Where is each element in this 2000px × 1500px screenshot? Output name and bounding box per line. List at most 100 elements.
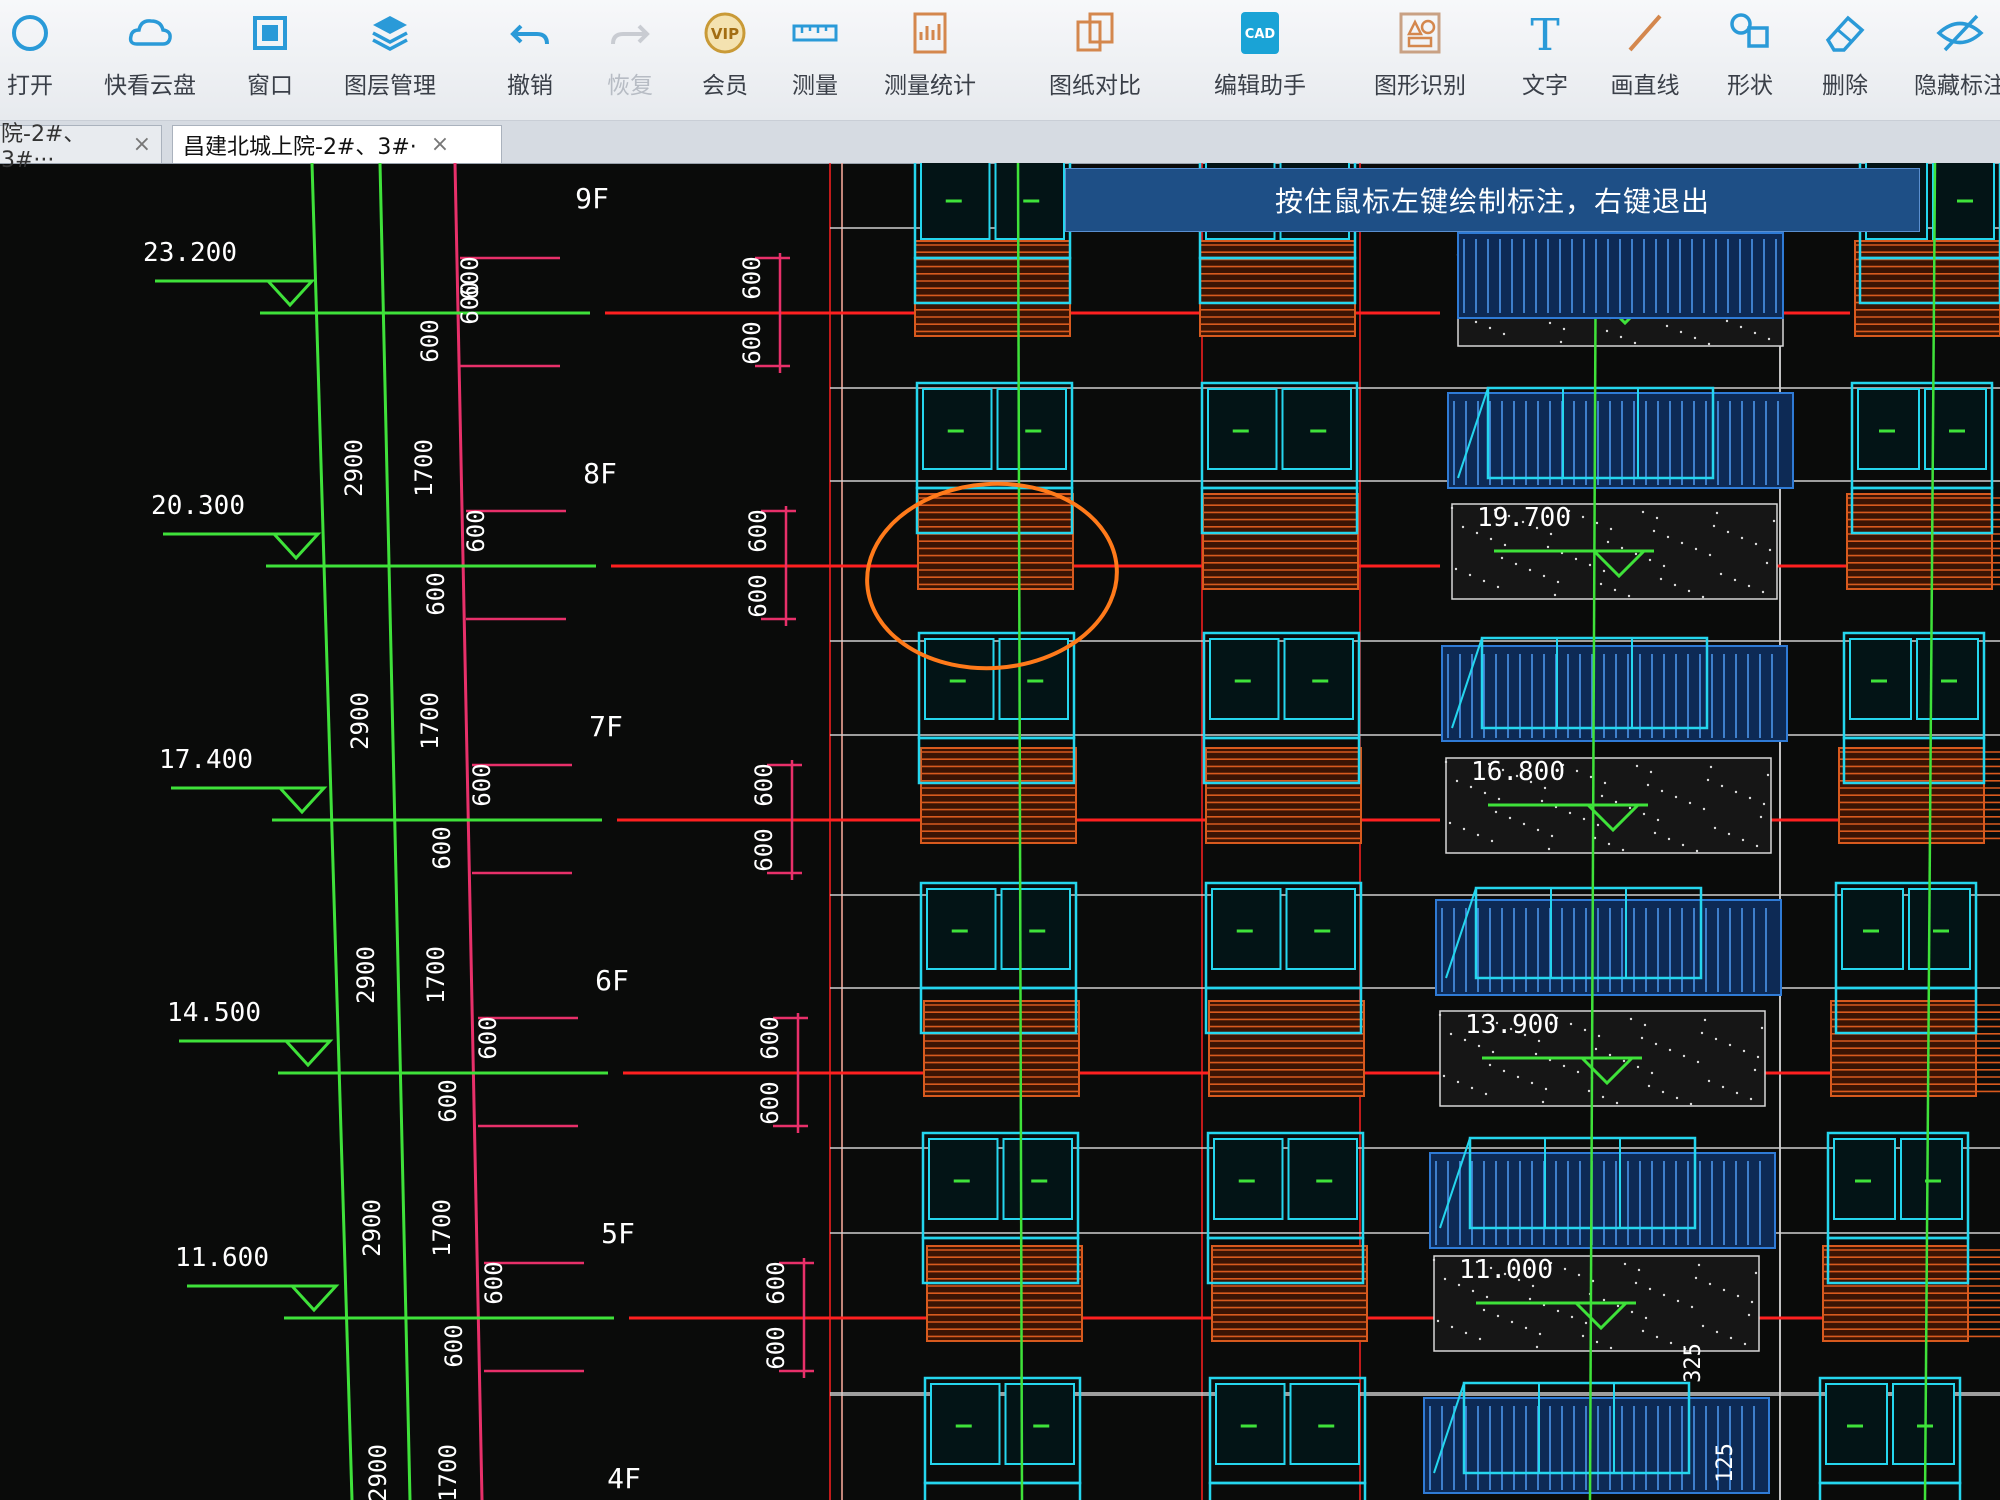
slab-hatch-dot — [1524, 1326, 1528, 1330]
layers-icon — [372, 16, 408, 51]
dimension-text: 600 — [422, 572, 450, 615]
slab-hatch-dot — [1719, 572, 1723, 576]
draw-annotation-hint: 按住鼠标左键绘制标注，右键退出 — [1065, 168, 1920, 232]
slab-hatch-dot — [1455, 779, 1459, 783]
slab-hatch-dot — [1622, 1059, 1626, 1063]
slab-hatch-dot — [1568, 811, 1572, 815]
slab-hatch-dot — [1550, 834, 1554, 838]
tool-layers[interactable]: 图层管理 — [320, 6, 460, 114]
slab-hatch-dot — [1655, 516, 1659, 520]
slab-hatch-dot — [1650, 1071, 1654, 1075]
slab-hatch-dot — [1680, 541, 1684, 545]
slab-hatch-dot — [1753, 1068, 1757, 1072]
dimension-text: 600 — [744, 574, 772, 617]
slab-hatch-dot — [1556, 1309, 1560, 1313]
slab-hatch-dot — [1543, 786, 1547, 790]
slab-hatch-dot — [1659, 577, 1663, 581]
slab-hatch-dot — [1656, 818, 1660, 822]
slab-hatch-dot — [1502, 1069, 1506, 1073]
tool-cloud[interactable]: 快看云盘 — [80, 6, 220, 114]
window-pane — [1002, 1138, 1073, 1220]
slab-hatch-dot — [1549, 532, 1553, 536]
window-pane — [1000, 888, 1071, 970]
elevation-marker-icon — [270, 532, 322, 561]
window-pane — [1285, 888, 1356, 970]
tool-edit-assistant[interactable]: CAD 编辑助手 — [1190, 6, 1330, 114]
slab-hatch-dot — [1646, 783, 1650, 787]
slab-hatch-dot — [1471, 1289, 1475, 1293]
slab-hatch-dot — [1662, 1293, 1666, 1297]
dimension-text: 600 — [762, 1261, 790, 1304]
slab-hatch-dot — [1689, 1102, 1693, 1106]
slab-hatch-dot — [1546, 545, 1550, 549]
slab-hatch-dot — [1694, 547, 1698, 551]
floor-label: 8F — [583, 457, 617, 490]
slab-hatch-dot — [1547, 847, 1551, 851]
tool-compare[interactable]: 图纸对比 — [1025, 6, 1165, 114]
close-tab-icon[interactable]: × — [431, 132, 449, 157]
slab-hatch-dot — [1733, 578, 1737, 582]
slab-hatch-dot — [1630, 1310, 1634, 1314]
slab-hatch-dot — [1556, 580, 1560, 584]
slab-hatch-dot — [1665, 324, 1669, 328]
slab-hatch-dot — [1641, 510, 1645, 514]
cad-drawing-canvas[interactable]: 23.20060060060060022.600290017008F20.300… — [0, 163, 2000, 1500]
slab-hatch-dot — [1762, 802, 1766, 806]
slab-hatch-dot — [1484, 1092, 1488, 1096]
slab-hatch-dot — [1714, 1037, 1718, 1041]
ruler-icon — [792, 24, 838, 42]
window-pane — [1900, 1138, 1963, 1220]
window-pane — [926, 888, 997, 970]
redo-icon — [611, 24, 650, 45]
tool-label: 会员 — [702, 73, 748, 99]
slab-hatch-dot — [1647, 1084, 1651, 1088]
tool-shape-recognition[interactable]: 图形识别 — [1350, 6, 1490, 114]
slab-hatch-dot — [1464, 1331, 1468, 1335]
slab-hatch-dot — [1450, 506, 1454, 510]
dimension-text: 600 — [434, 1079, 462, 1122]
slab-hatch-dot — [1606, 540, 1610, 544]
slab-hatch-dot — [1537, 1039, 1541, 1043]
close-tab-icon[interactable]: × — [133, 132, 151, 157]
dimension-text: 600 — [744, 509, 772, 552]
tool-label: 恢复 — [607, 73, 653, 99]
slab-hatch-dot — [1594, 1047, 1598, 1051]
slab-hatch-dot — [1755, 844, 1759, 848]
tool-measure-stats[interactable]: 测量统计 — [860, 6, 1000, 114]
slab-hatch-dot — [1470, 1086, 1474, 1090]
slab-hatch-dot — [1695, 849, 1699, 853]
slab-hatch-dot — [1721, 1085, 1725, 1089]
tool-window[interactable]: 窗口 — [200, 6, 340, 114]
slab-hatch-dot — [1767, 337, 1771, 341]
slab-hatch-dot — [1674, 795, 1678, 799]
slab-hatch-dot — [1644, 1316, 1648, 1320]
open-icon — [12, 15, 48, 51]
slab-hatch-dot — [1597, 1034, 1601, 1038]
dimension-text: 600 — [456, 281, 484, 324]
slab-hatch-dot — [1747, 584, 1751, 588]
slab-hatch-dot — [1514, 562, 1518, 566]
slab-hatch-dot — [1740, 536, 1744, 540]
slab-hatch-dot — [1595, 521, 1599, 525]
slab-hatch-dot — [1749, 1097, 1753, 1101]
slab-hatch-dot — [1478, 1337, 1482, 1341]
tool-hide-annotation[interactable]: 隐藏标注 — [1890, 6, 2000, 114]
slab-hatch-dot — [1760, 1026, 1764, 1030]
dimension-text: 2900 — [346, 692, 374, 750]
slab-hatch-dot — [1496, 1314, 1500, 1318]
slab-hatch-dot — [1456, 1080, 1460, 1084]
window-icon — [253, 16, 287, 50]
dimension-text: 600 — [762, 1326, 790, 1369]
slab-hatch-dot — [1708, 1282, 1712, 1286]
text-icon: T — [1530, 10, 1559, 60]
document-tab[interactable]: 院-2#、3#··· × — [0, 122, 162, 173]
slab-hatch-dot — [1474, 320, 1478, 324]
window-pane — [1213, 1138, 1284, 1220]
tool-label: 隐藏标注 — [1914, 73, 2000, 99]
floor-label: 7F — [589, 710, 623, 743]
document-tab[interactable]: 昌建北城上院-2#、3#· × — [172, 125, 502, 163]
slab-hatch-dot — [1500, 556, 1504, 560]
dimension-text: 1700 — [428, 1199, 456, 1257]
slab-hatch-dot — [1662, 564, 1666, 568]
slab-hatch-dot — [1634, 552, 1638, 556]
